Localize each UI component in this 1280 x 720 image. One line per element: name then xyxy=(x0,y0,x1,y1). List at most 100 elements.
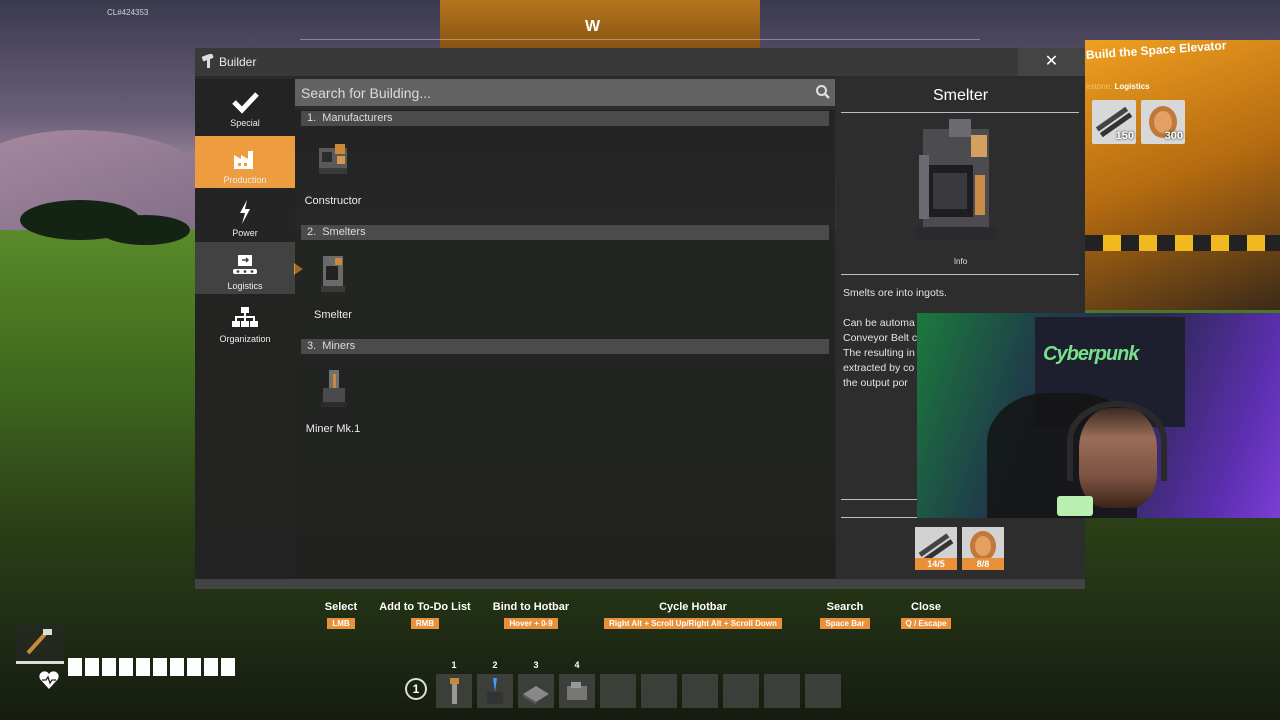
iron-rod-icon: 150 xyxy=(1092,100,1136,144)
hint-label: Cycle Hotbar xyxy=(659,601,727,613)
hotbar-slot-2[interactable] xyxy=(477,674,513,708)
health-segment xyxy=(187,658,201,676)
hotbar-slot-empty[interactable] xyxy=(723,674,759,708)
section-number: 3. xyxy=(307,340,317,352)
hint-label: Close xyxy=(911,601,941,613)
miner-icon xyxy=(313,366,353,412)
hammer-icon xyxy=(201,53,215,68)
category-label: Logistics xyxy=(227,281,263,291)
hint-key: Space Bar xyxy=(820,618,870,629)
hint-label: Bind to Hotbar xyxy=(492,601,570,613)
constructor-icon xyxy=(313,138,353,184)
equipped-tool xyxy=(16,623,64,664)
hotbar-slot-number: 1 xyxy=(451,660,457,670)
section-header-manufacturers: 1. Manufacturers xyxy=(301,111,829,126)
hotbar-page-indicator[interactable]: 1 xyxy=(405,678,427,700)
smelter-preview-image xyxy=(901,115,1011,247)
hint-key: Hover + 0-9 xyxy=(504,618,558,629)
description-line: Smelts ore into ingots. xyxy=(843,287,947,299)
objective-title: Build the Space Elevator xyxy=(1085,38,1227,62)
close-button[interactable]: ✕ xyxy=(1018,48,1085,76)
hierarchy-icon xyxy=(231,306,259,330)
hint-key: Q / Escape xyxy=(900,618,952,629)
hotbar-slot-empty[interactable] xyxy=(600,674,636,708)
hotbar-slot-number: 3 xyxy=(533,660,539,670)
section-number: 2. xyxy=(307,226,317,238)
building-miner-mk1[interactable]: Miner Mk.1 xyxy=(289,362,377,452)
hotbar-slot-1[interactable] xyxy=(436,674,472,708)
info-label: Info xyxy=(953,257,968,266)
builder-title: Builder xyxy=(219,55,257,69)
hint-cycle-hotbar: Cycle Hotbar Right Alt + Scroll Up/Right… xyxy=(590,601,796,631)
health-segment xyxy=(85,658,99,676)
poster-text: Cyberpunk xyxy=(1043,343,1139,365)
objective-item-count: 150 xyxy=(1115,130,1134,142)
health-segment xyxy=(68,658,82,676)
copper-wire-icon: 300 xyxy=(1141,100,1185,144)
building-name: Miner Mk.1 xyxy=(305,423,361,435)
microphone xyxy=(1057,496,1093,516)
objective-panel: Build the Space Elevator estone: Logisti… xyxy=(1086,38,1280,152)
category-label: Production xyxy=(223,175,267,185)
hotbar-slot-empty[interactable] xyxy=(641,674,677,708)
category-production[interactable]: Production xyxy=(195,136,295,188)
section-name: Miners xyxy=(322,340,356,352)
factory-icon xyxy=(231,147,259,171)
building-name: Smelter xyxy=(314,309,352,321)
hotbar-slot-empty[interactable] xyxy=(764,674,800,708)
objective-item-count: 300 xyxy=(1164,130,1183,142)
changelist-id: CL#424353 xyxy=(107,8,149,17)
search-input[interactable] xyxy=(295,79,805,106)
health-segment xyxy=(170,658,184,676)
category-label: Special xyxy=(230,118,260,128)
divider xyxy=(841,274,1079,275)
category-label: Organization xyxy=(219,334,271,344)
cost-copper-wire: 8/8 xyxy=(962,527,1004,570)
building-constructor[interactable]: Constructor xyxy=(289,134,377,224)
search-icon[interactable] xyxy=(815,84,831,100)
building-smelter[interactable]: Smelter xyxy=(289,248,377,338)
hint-close: Close Q / Escape xyxy=(891,601,961,631)
hint-key: LMB xyxy=(327,618,355,629)
compass xyxy=(300,30,980,48)
milestone-name: Logistics xyxy=(1114,82,1150,91)
health-segment xyxy=(153,658,167,676)
category-organization[interactable]: Organization xyxy=(195,295,295,347)
health-segment xyxy=(119,658,133,676)
cost-count: 8/8 xyxy=(962,558,1004,570)
section-name: Manufacturers xyxy=(322,112,393,124)
hint-add-todo: Add to To-Do List RMB xyxy=(375,601,475,631)
category-power[interactable]: Power xyxy=(195,189,295,241)
category-special[interactable]: Special xyxy=(195,79,295,131)
divider xyxy=(841,112,1079,113)
logistics-icon xyxy=(231,253,259,277)
category-label: Power xyxy=(232,228,258,238)
hint-label: Search xyxy=(826,601,864,613)
health-segment xyxy=(136,658,150,676)
smelter-icon xyxy=(313,252,353,298)
health-segment xyxy=(221,658,235,676)
section-number: 1. xyxy=(307,112,317,124)
health-segment xyxy=(102,658,116,676)
webcam-overlay: Cyberpunk xyxy=(917,313,1280,518)
build-gun-icon xyxy=(26,629,52,655)
hint-key: RMB xyxy=(410,618,440,629)
health-segment xyxy=(204,658,218,676)
building-name: Constructor xyxy=(304,195,362,207)
hint-label: Add to To-Do List xyxy=(379,601,471,613)
builder-bottom-bar xyxy=(195,579,1085,589)
hotbar-slot-empty[interactable] xyxy=(682,674,718,708)
builder-titlebar: Builder ✕ xyxy=(195,48,1085,76)
hotbar-slot-3[interactable] xyxy=(518,674,554,708)
category-logistics[interactable]: Logistics xyxy=(195,242,303,294)
compass-direction: W xyxy=(585,18,601,35)
headset xyxy=(1067,401,1167,481)
hotbar-slot-4[interactable] xyxy=(559,674,595,708)
hint-label: Select xyxy=(324,601,358,613)
checkmark-icon xyxy=(231,90,259,114)
objective-milestone: estone: Logistics xyxy=(1086,82,1150,91)
category-sidebar: Special Production Power Logistics Organ… xyxy=(195,79,303,579)
milestone-prefix: estone: xyxy=(1086,82,1113,91)
cost-count: 14/5 xyxy=(915,558,957,570)
hotbar-slot-empty[interactable] xyxy=(805,674,841,708)
